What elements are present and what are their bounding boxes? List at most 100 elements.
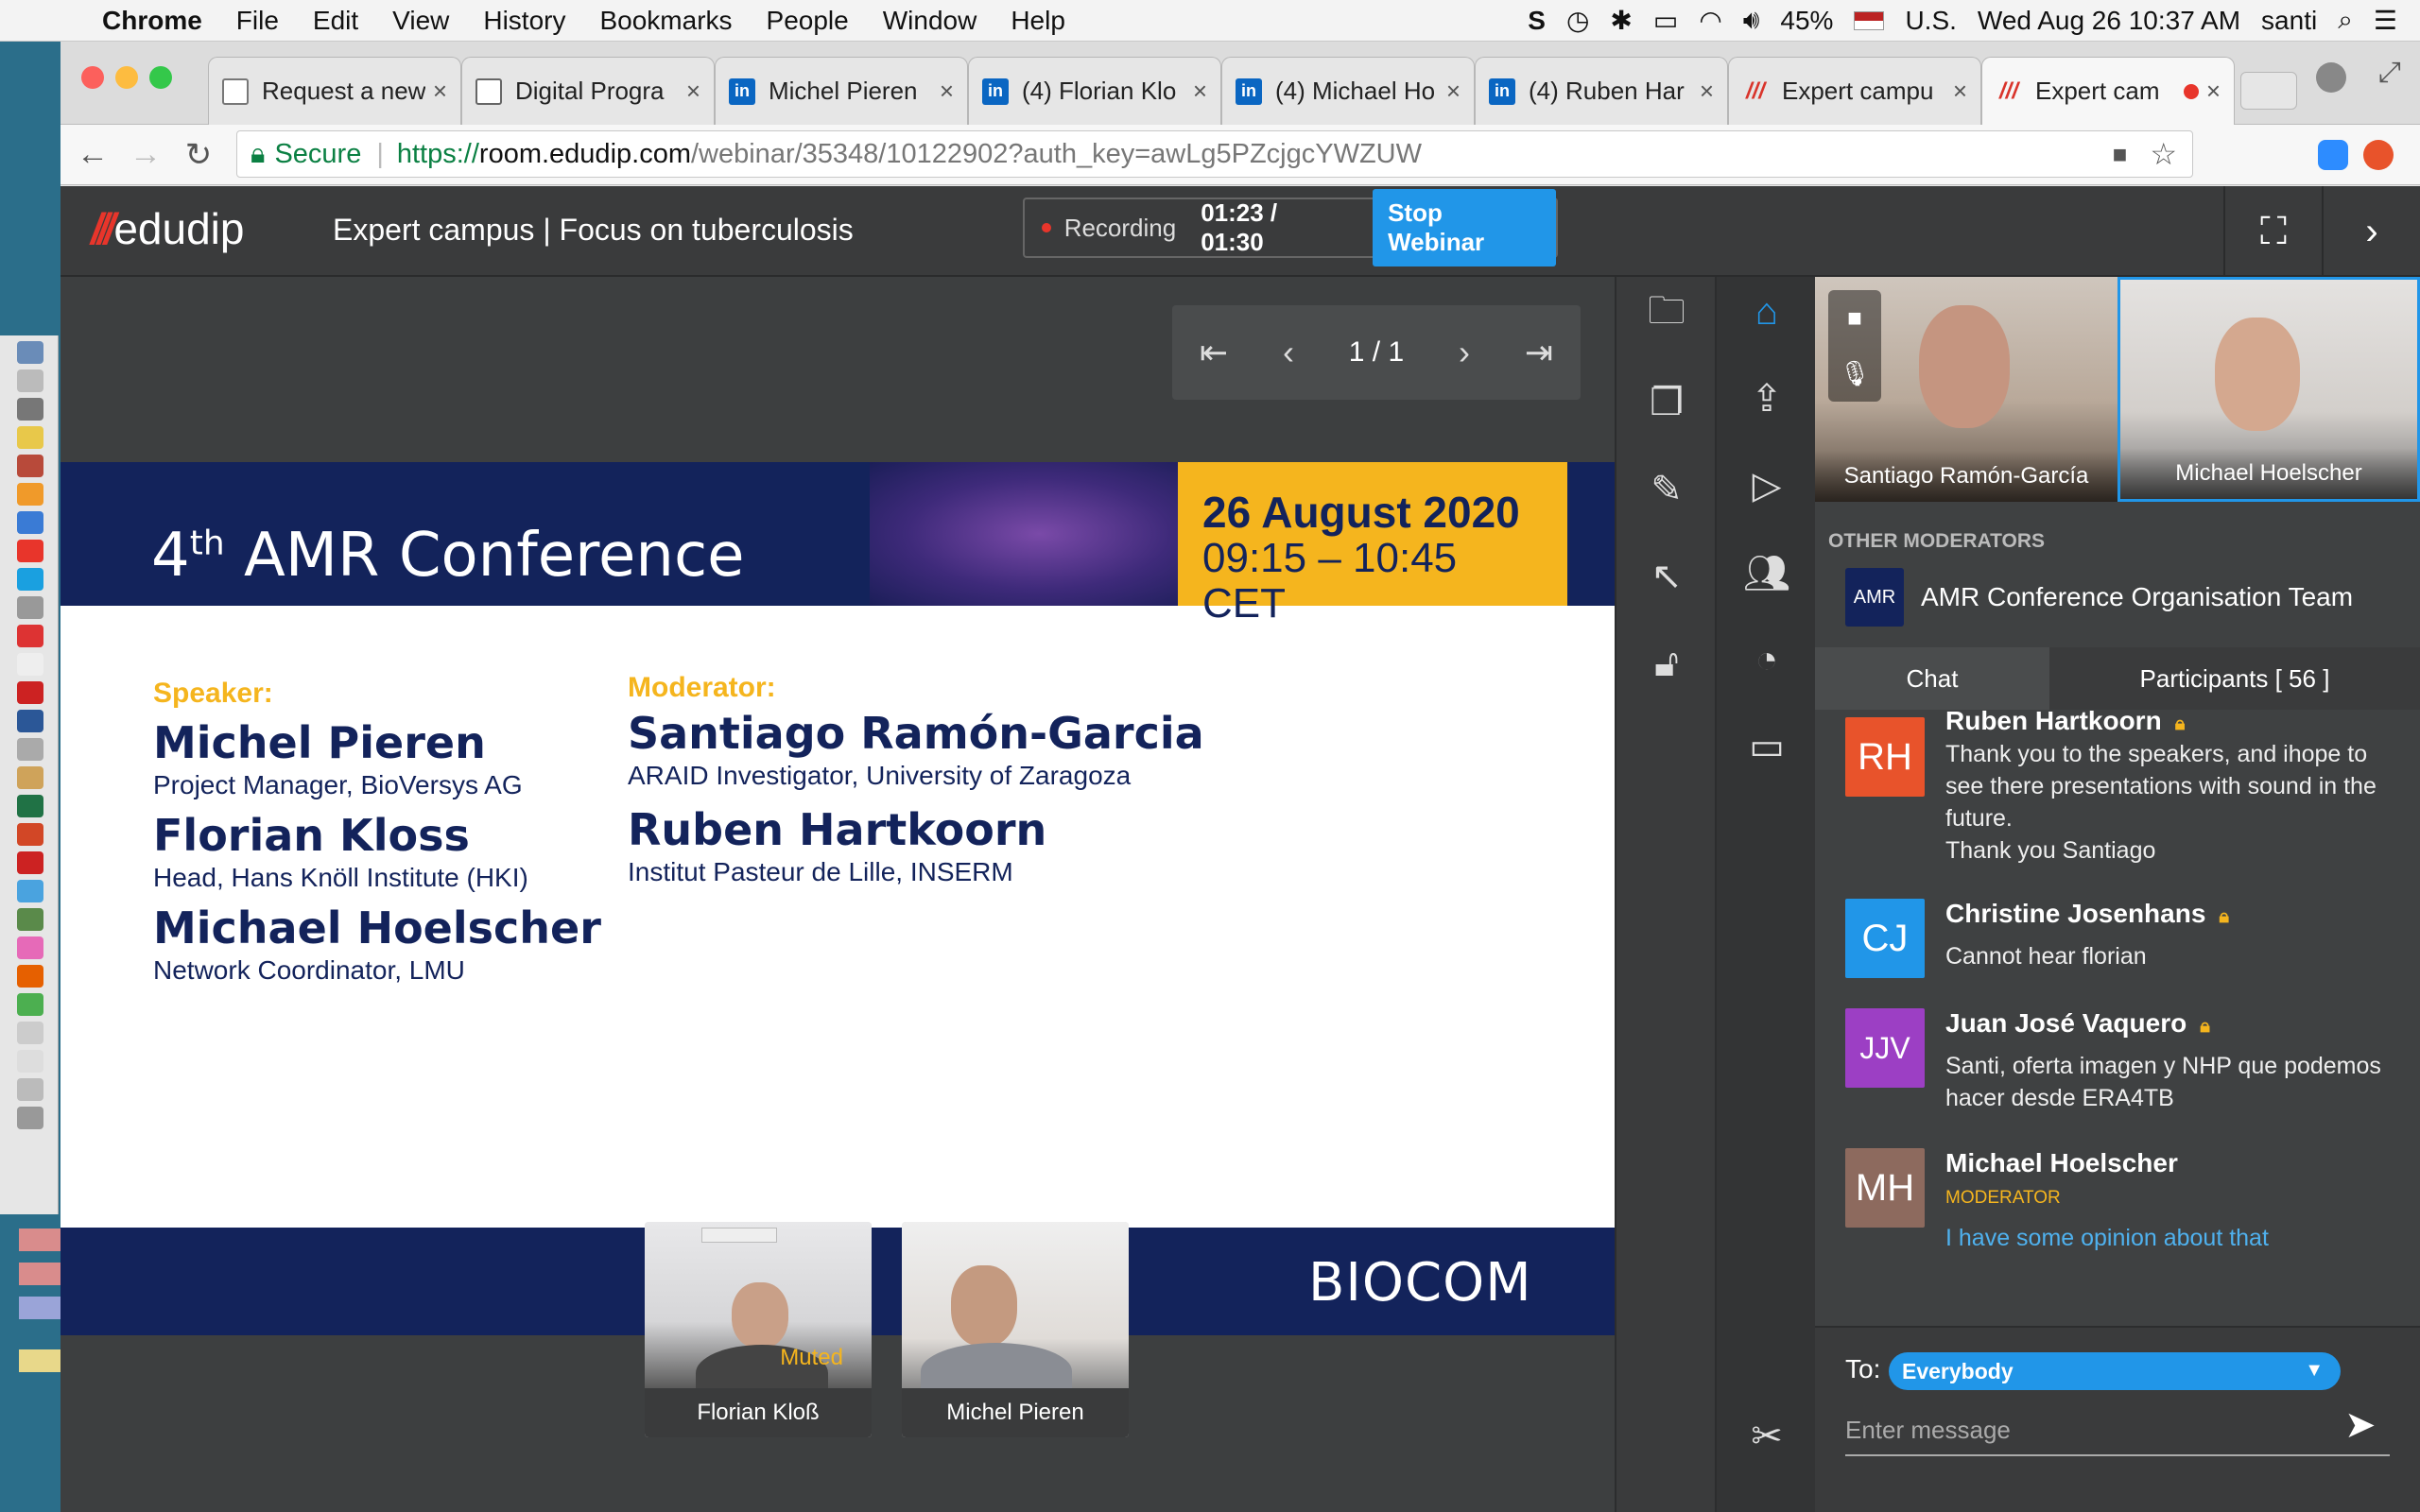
camera-permission-icon[interactable]: ■ (2113, 140, 2128, 169)
notification-center-icon[interactable]: ☰ (2374, 5, 2397, 36)
profile-icon[interactable] (2316, 62, 2346, 93)
itunes-icon[interactable] (17, 936, 43, 959)
video-tile[interactable]: ■ 🎙︎ Santiago Ramón-García (1815, 277, 2118, 502)
close-tab-icon[interactable]: × (1700, 77, 1714, 106)
poll-chart-icon[interactable]: ◔ (1741, 634, 1792, 685)
menu-edit[interactable]: Edit (296, 6, 375, 36)
close-tab-icon[interactable]: × (1953, 77, 1967, 106)
close-window-button[interactable] (81, 66, 104, 89)
finder-icon[interactable] (17, 341, 43, 364)
zoom-extension-icon[interactable] (2318, 140, 2348, 170)
tab-expert-campus[interactable]: /// Expert campu × (1728, 57, 1981, 125)
video-play-icon[interactable]: ▷ (1741, 460, 1792, 511)
excel-icon[interactable] (17, 795, 43, 817)
close-tab-icon[interactable]: × (1446, 77, 1461, 106)
input-source[interactable]: U.S. (1905, 6, 1956, 36)
app-icon[interactable] (17, 455, 43, 477)
app-icon[interactable] (17, 908, 43, 931)
clock[interactable]: Wed Aug 26 10:37 AM (1978, 6, 2240, 36)
presenter-camera[interactable]: Muted Florian Kloß (645, 1222, 872, 1437)
volume-icon[interactable]: 🔊︎ (1743, 5, 1760, 36)
app-icon[interactable] (17, 596, 43, 619)
calendar-app-icon[interactable] (17, 625, 43, 647)
app-icon[interactable] (17, 880, 43, 902)
tab-expert-campus-active[interactable]: /// Expert cam × (1981, 57, 2235, 125)
user-name[interactable]: santi (2261, 6, 2317, 36)
back-button[interactable]: ← (66, 136, 119, 173)
url-field[interactable]: 🔒︎ Secure | https:// room.edudip.com /we… (236, 130, 2193, 178)
microphone-icon[interactable]: 🎙︎ (1839, 359, 1870, 388)
illustrator-icon[interactable] (17, 483, 43, 506)
presenter-camera[interactable]: Michel Pieren (902, 1222, 1129, 1437)
menu-help[interactable]: Help (994, 6, 1082, 36)
menu-file[interactable]: File (219, 6, 296, 36)
chat-messages[interactable]: RH Ruben Hartkoorn 🔒︎ Thank you to the sp… (1815, 710, 2420, 1324)
upload-icon[interactable]: ⇪ (1741, 373, 1792, 424)
zoom-window-button[interactable] (149, 66, 172, 89)
desktop-item[interactable] (19, 1263, 60, 1285)
tab-michel-pieren[interactable]: in Michel Pieren × (715, 57, 968, 125)
menu-history[interactable]: History (466, 6, 582, 36)
wifi-icon[interactable]: ◠ (1699, 5, 1721, 36)
desktop-item[interactable] (19, 1297, 60, 1319)
tab-request[interactable]: Request a new × (208, 57, 461, 125)
desktop-item[interactable] (19, 1349, 60, 1372)
app-icon[interactable] (17, 1022, 43, 1044)
app-icon[interactable] (17, 1078, 43, 1101)
menu-bookmarks[interactable]: Bookmarks (582, 6, 749, 36)
close-tab-icon[interactable]: × (686, 77, 700, 106)
fullscreen-arrows-icon[interactable]: ⤢ (2378, 57, 2401, 89)
skype-icon[interactable]: S (1528, 6, 1546, 36)
chrome-icon[interactable] (17, 540, 43, 562)
acrobat-icon[interactable] (17, 681, 43, 704)
forward-button[interactable]: → (119, 136, 172, 173)
video-tile-active[interactable]: Michael Hoelscher (2118, 277, 2420, 502)
minimize-window-button[interactable] (115, 66, 138, 89)
folder-icon[interactable]: 🗀 (1641, 290, 1692, 341)
app-icon[interactable] (17, 766, 43, 789)
close-tab-icon[interactable]: × (1193, 77, 1207, 106)
tab-florian-kloss[interactable]: in (4) Florian Klo × (968, 57, 1221, 125)
battery-percent[interactable]: 45% (1780, 6, 1833, 36)
powerpoint-icon[interactable] (17, 823, 43, 846)
app-icon[interactable] (17, 993, 43, 1016)
tab-digital-program[interactable]: Digital Progra × (461, 57, 715, 125)
trash-icon[interactable] (17, 1107, 43, 1129)
tab-michael-hoelscher[interactable]: in (4) Michael Ho × (1221, 57, 1475, 125)
tab-chat[interactable]: Chat (1815, 647, 2049, 710)
fullscreen-icon[interactable]: ⛶ (2223, 186, 2322, 277)
menu-view[interactable]: View (375, 6, 466, 36)
send-icon[interactable]: ➤ (2344, 1403, 2377, 1447)
battery-menu-icon[interactable]: ▭ (1653, 5, 1678, 36)
pointer-icon[interactable]: ↖ (1641, 551, 1692, 602)
app-icon[interactable] (17, 426, 43, 449)
close-tab-icon[interactable]: × (2206, 77, 2221, 106)
collapse-sidebar-icon[interactable]: › (2322, 186, 2420, 277)
menu-window[interactable]: Window (866, 6, 994, 36)
desktop-item[interactable] (19, 1228, 60, 1251)
first-slide-icon[interactable]: ⇤ (1200, 333, 1228, 372)
presentation-icon[interactable]: ⌂ (1741, 286, 1792, 337)
extension-icon[interactable] (2363, 140, 2394, 170)
recipient-select[interactable]: Everybody ▼ (1889, 1352, 2341, 1390)
participants-icon[interactable]: 👥︎ (1741, 547, 1792, 598)
flag-icon[interactable] (1854, 10, 1885, 30)
settings-tools-icon[interactable]: ✂ (1741, 1411, 1792, 1462)
spotlight-icon[interactable]: ⌕ (2338, 5, 2353, 36)
bookmark-star-icon[interactable]: ☆ (2150, 136, 2177, 172)
last-slide-icon[interactable]: ⇥ (1525, 333, 1553, 372)
whiteboard-tools-icon[interactable]: ✎ (1641, 464, 1692, 515)
chat-bubbles-icon[interactable]: ▭ (1741, 721, 1792, 772)
next-slide-icon[interactable]: › (1459, 333, 1470, 372)
app-icon[interactable] (17, 511, 43, 534)
bluetooth-icon[interactable]: ✱ (1610, 5, 1632, 36)
message-text[interactable]: I have some opinion about that (1945, 1222, 2399, 1254)
tab-ruben-hartkoorn[interactable]: in (4) Ruben Har × (1475, 57, 1728, 125)
close-tab-icon[interactable]: × (433, 77, 447, 106)
app-icon[interactable] (17, 851, 43, 874)
close-tab-icon[interactable]: × (940, 77, 954, 106)
lock-icon[interactable]: 🔓︎ (1641, 638, 1692, 689)
time-machine-icon[interactable]: ◷ (1566, 5, 1589, 36)
tab-participants[interactable]: Participants [ 56 ] (2049, 647, 2420, 710)
new-tab-button[interactable] (2240, 72, 2297, 110)
